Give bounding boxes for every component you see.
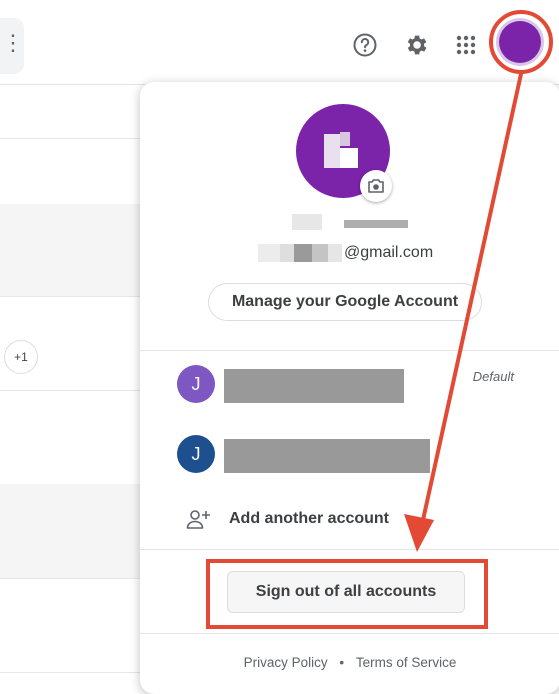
divider <box>140 350 559 351</box>
list-row <box>0 578 140 673</box>
list-row <box>0 484 140 579</box>
help-circle-icon[interactable] <box>350 30 380 60</box>
list-row <box>0 204 140 297</box>
divider <box>140 633 559 634</box>
list-row <box>0 84 140 139</box>
email-redaction <box>258 244 342 262</box>
default-badge: Default <box>472 369 514 384</box>
list-row <box>0 138 140 205</box>
email-domain: @gmail.com <box>344 244 434 261</box>
account-details-redacted <box>224 439 430 473</box>
menu-icon: ⋮ <box>2 30 24 55</box>
account-avatar: J <box>177 365 215 403</box>
camera-icon[interactable] <box>360 170 392 202</box>
participant-count-chip[interactable]: +1 <box>4 340 38 374</box>
apps-grid-icon[interactable] <box>451 30 481 60</box>
manage-account-button[interactable]: Manage your Google Account <box>208 283 482 321</box>
add-person-icon <box>186 510 210 529</box>
privacy-policy-link[interactable]: Privacy Policy <box>244 655 328 670</box>
top-bar: ⋮ <box>0 0 559 85</box>
account-name-redacted <box>290 212 430 232</box>
add-account-row[interactable]: Add another account <box>140 502 559 542</box>
add-account-label: Add another account <box>229 510 390 527</box>
account-popup: @gmail.com Manage your Google Account J … <box>140 82 559 694</box>
footer-links: Privacy Policy • Terms of Service <box>140 655 559 675</box>
account-details-redacted <box>224 369 404 403</box>
annotation-rectangle <box>206 559 488 629</box>
terms-of-service-link[interactable]: Terms of Service <box>356 655 457 670</box>
account-row[interactable]: J <box>140 425 559 485</box>
footer-separator: • <box>339 655 345 670</box>
list-row <box>0 390 140 485</box>
account-row[interactable]: J Default <box>140 355 559 415</box>
search-bar-edge[interactable]: ⋮ <box>0 18 24 74</box>
account-email: @gmail.com <box>258 242 448 264</box>
account-avatar: J <box>177 435 215 473</box>
divider <box>140 549 559 550</box>
annotation-circle <box>489 10 553 74</box>
gear-icon[interactable] <box>401 30 431 60</box>
